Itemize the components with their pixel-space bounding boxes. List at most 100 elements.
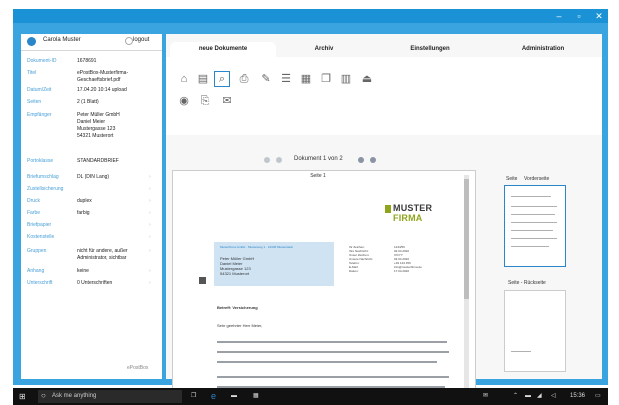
file-explorer-icon[interactable]: ▬ — [231, 388, 237, 405]
page-marker-icon — [199, 277, 206, 284]
taskbar-search[interactable]: ○ Ask me anything — [38, 390, 182, 403]
field-label: Druck — [27, 198, 41, 204]
preview-back-label: Seite - Rückseite — [508, 280, 546, 286]
task-view-icon[interactable]: ❐ — [191, 388, 196, 405]
letter-subject: Betreff: Versicherung — [217, 305, 258, 310]
field-value: 1678691 — [77, 58, 97, 64]
logout-toggle[interactable] — [125, 37, 133, 45]
info-values: 1234/56 02.04.2020 XX/YY 03.04.2020 +49 … — [394, 245, 422, 273]
book-icon[interactable]: ▥ — [340, 73, 352, 85]
user-bar: Carola Muster logout — [21, 34, 162, 51]
thumb-line — [511, 238, 557, 239]
field-value: keine — [77, 268, 89, 274]
last-document-button[interactable] — [370, 157, 376, 163]
company-logo-icon — [385, 205, 391, 213]
clock[interactable]: 15:36 — [570, 388, 585, 405]
eject-icon[interactable]: ⏏ — [361, 73, 373, 85]
field-label: Empfänger — [27, 112, 52, 118]
clipboard-icon[interactable]: ▦ — [300, 73, 312, 85]
mail-stack-icon[interactable]: ✉ — [221, 95, 233, 107]
field-value: 2 (1 Blatt) — [77, 99, 99, 105]
tab-einstellungen[interactable]: Einstellungen — [372, 42, 488, 57]
chevron-right-icon[interactable]: › — [149, 248, 151, 254]
field-label: Titel — [27, 70, 37, 76]
chevron-right-icon[interactable]: › — [149, 280, 151, 286]
printer-send-icon[interactable]: ⎘ — [199, 95, 211, 107]
chevron-right-icon[interactable]: › — [149, 174, 151, 180]
chevron-right-icon[interactable]: › — [149, 234, 151, 240]
main-panel: neue Dokumente Archiv Einstellungen Admi… — [166, 34, 602, 404]
document-search-icon[interactable]: ⌕ — [214, 71, 230, 87]
minimize-button[interactable]: – — [550, 9, 568, 23]
thumb-line — [511, 206, 557, 207]
field-value: nicht für andere, außer Administrator, s… — [77, 248, 128, 261]
field-label: Gruppen — [27, 248, 47, 254]
stamp-icon[interactable]: ◉ — [178, 95, 190, 107]
speaker-icon[interactable]: ◁ — [551, 388, 556, 405]
previous-document-button[interactable] — [276, 157, 282, 163]
cortana-icon: ○ — [41, 391, 46, 400]
thumb-line — [511, 246, 549, 247]
scrollbar-thumb[interactable] — [464, 179, 469, 299]
document-edit-icon[interactable]: ✎ — [260, 73, 272, 85]
first-document-button[interactable] — [264, 157, 270, 163]
field-value: STANDARDBRIEF — [77, 158, 119, 164]
field-value: 0 Unterschriften — [77, 280, 113, 286]
sender-line: Musterfirma GmbH · Musterweg 1 · 12345 M… — [220, 245, 293, 249]
preview-front-label: Vorderseite — [524, 176, 550, 182]
letter-salutation: Sehr geehrter Herr Meier, — [217, 323, 263, 328]
thumb-line — [511, 214, 555, 215]
text-line — [217, 341, 447, 343]
maximize-button[interactable]: ▫ — [570, 9, 588, 23]
info-labels: Ihr Zeichen: Ihre Nachricht: Unser Zeich… — [349, 245, 374, 273]
text-line — [217, 361, 437, 363]
field-label: Seiten — [27, 99, 42, 105]
brand-footer-logo: ePostBox — [127, 365, 149, 371]
field-label: Unterschrift — [27, 280, 53, 286]
archive-icon[interactable]: ⌂ — [178, 73, 190, 85]
thumbnail-back[interactable] — [504, 290, 566, 372]
tab-archiv[interactable]: Archiv — [276, 42, 372, 57]
chevron-right-icon[interactable]: › — [149, 198, 151, 204]
viewer-scrollbar[interactable] — [464, 175, 469, 399]
document-copy-icon[interactable]: ❐ — [320, 73, 332, 85]
field-value: 17.04.20 10:14 upload — [77, 87, 127, 93]
volume-icon[interactable]: ◢ — [537, 388, 542, 405]
field-label: Zustellsicherung — [27, 186, 64, 192]
store-icon[interactable]: ▦ — [253, 388, 259, 405]
network-icon[interactable]: ▬ — [525, 388, 531, 405]
thumb-line — [511, 196, 551, 197]
field-label: Portoklasse — [27, 158, 54, 164]
thumbnail-front[interactable] — [504, 185, 566, 267]
thumb-line — [511, 222, 557, 223]
tab-neue-dokumente[interactable]: neue Dokumente — [170, 42, 276, 57]
windows-start-icon[interactable]: ⊞ — [19, 388, 26, 405]
close-button[interactable]: ✕ — [590, 9, 608, 23]
field-label: Briefpapier — [27, 222, 52, 228]
preview-page-label: Seite — [506, 176, 518, 182]
os-taskbar: ⊞ ○ Ask me anything ❐ e ▬ ▦ ✉ ⌃ ▬ ◢ ◁ 15… — [13, 388, 608, 405]
text-line — [217, 351, 449, 353]
chevron-right-icon[interactable]: › — [149, 222, 151, 228]
field-value: duplex — [77, 198, 92, 204]
print-icon[interactable]: ⎙ — [238, 73, 250, 85]
chevron-right-icon[interactable]: › — [149, 268, 151, 274]
tray-arrow-icon[interactable]: ⌃ — [513, 388, 518, 405]
document-page: MUSTER FIRMA Musterfirma GmbH · Musterwe… — [189, 183, 457, 403]
field-value: farbig — [77, 210, 90, 216]
company-logo-text: MUSTER FIRMA — [393, 203, 457, 223]
action-center-icon[interactable]: ▭ — [595, 388, 601, 405]
tab-bar: neue Dokumente Archiv Einstellungen Admi… — [166, 42, 602, 57]
document-viewer[interactable]: Seite 1 MUSTER FIRMA Musterfirma GmbH · … — [172, 170, 476, 404]
document-list-icon[interactable]: ☰ — [280, 73, 292, 85]
logout-link[interactable]: logout — [133, 37, 149, 43]
field-label: Briefumschlag — [27, 174, 59, 180]
notification-mail-icon[interactable]: ✉ — [483, 388, 488, 405]
chevron-right-icon[interactable]: › — [149, 186, 151, 192]
tab-administration[interactable]: Administration — [488, 42, 598, 57]
chevron-right-icon[interactable]: › — [149, 210, 151, 216]
field-label: Kostenstelle — [27, 234, 55, 240]
next-document-button[interactable] — [358, 157, 364, 163]
document-icon[interactable]: ▤ — [197, 73, 209, 85]
edge-browser-icon[interactable]: e — [211, 388, 216, 405]
